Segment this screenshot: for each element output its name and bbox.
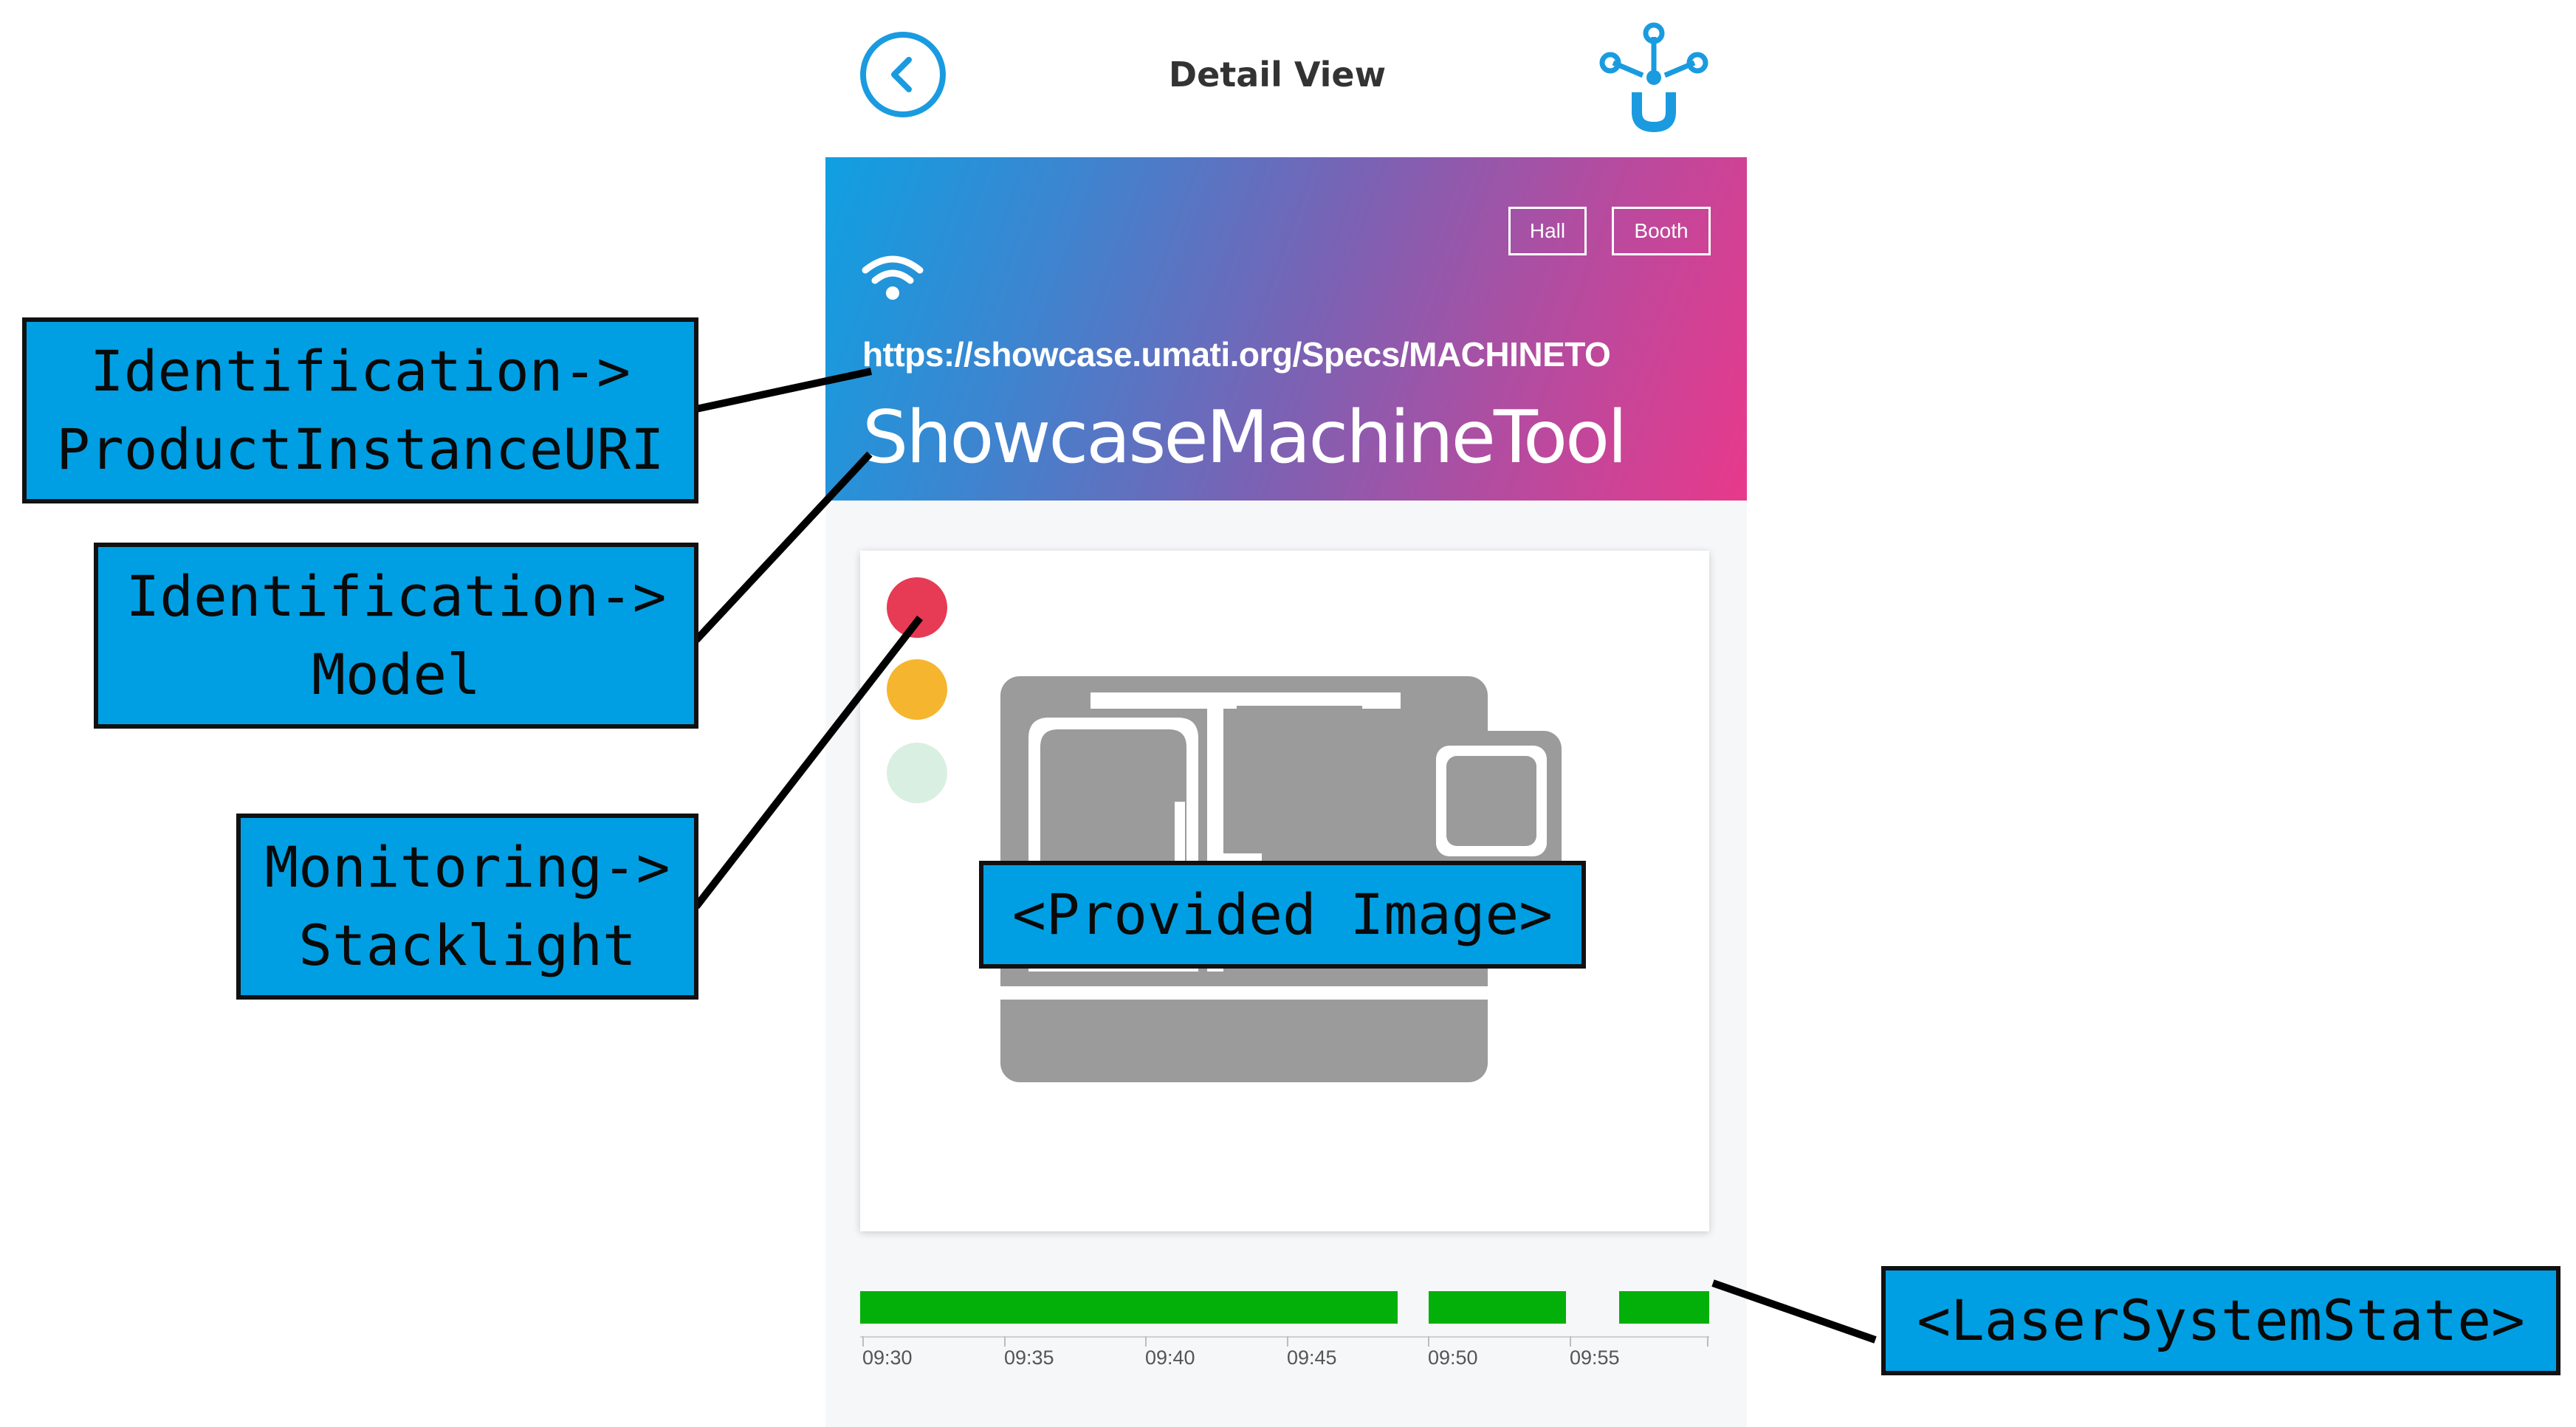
axis-tick bbox=[1570, 1336, 1571, 1347]
annotation-line: <LaserSystemState> bbox=[1917, 1287, 2525, 1353]
umati-logo-icon[interactable] bbox=[1598, 22, 1709, 133]
product-instance-uri[interactable]: https://showcase.umati.org/Specs/MACHINE… bbox=[862, 334, 1611, 374]
annotation-line: <Provided Image> bbox=[1011, 881, 1553, 947]
axis-tick bbox=[1287, 1336, 1288, 1347]
axis-tick-label: 09:45 bbox=[1287, 1347, 1337, 1369]
state-segment[interactable] bbox=[860, 1291, 1398, 1324]
axis-tick-label: 09:55 bbox=[1570, 1347, 1620, 1369]
annotation-laser-system-state: <LaserSystemState> bbox=[1881, 1266, 2560, 1375]
timeline-axis bbox=[860, 1336, 1709, 1338]
hall-tag[interactable]: Hall bbox=[1508, 207, 1587, 255]
model-name: ShowcaseMachineTool bbox=[862, 396, 1627, 480]
axis-tick bbox=[1428, 1336, 1429, 1347]
back-button[interactable] bbox=[860, 32, 946, 117]
wifi-icon bbox=[862, 255, 924, 300]
axis-tick-label: 09:30 bbox=[862, 1347, 913, 1369]
annotation-product-instance-uri: Identification-> ProductInstanceURI bbox=[22, 317, 698, 503]
axis-tick bbox=[1707, 1336, 1708, 1347]
axis-tick bbox=[1145, 1336, 1147, 1347]
annotation-line: Monitoring-> bbox=[264, 834, 670, 900]
axis-tick-label: 09:50 bbox=[1428, 1347, 1478, 1369]
annotation-line: ProductInstanceURI bbox=[56, 416, 664, 482]
stacklight-red bbox=[887, 577, 947, 638]
annotation-stacklight: Monitoring-> Stacklight bbox=[236, 814, 698, 1000]
axis-tick bbox=[862, 1336, 864, 1347]
axis-tick bbox=[1004, 1336, 1006, 1347]
axis-tick-label: 09:35 bbox=[1004, 1347, 1054, 1369]
annotation-provided-image: <Provided Image> bbox=[979, 861, 1586, 969]
annotation-line: Identification-> bbox=[126, 563, 667, 629]
annotation-line: Stacklight bbox=[298, 912, 636, 978]
state-segment[interactable] bbox=[1429, 1291, 1566, 1324]
chevron-left-icon bbox=[891, 57, 912, 92]
stacklight-green bbox=[887, 743, 947, 803]
state-segment[interactable] bbox=[1619, 1291, 1709, 1324]
stacklight-yellow bbox=[887, 659, 947, 720]
machine-header: Hall Booth https://showcase.umati.org/Sp… bbox=[825, 157, 1747, 501]
page-title: Detail View bbox=[1168, 55, 1387, 94]
annotation-model: Identification-> Model bbox=[94, 543, 698, 729]
axis-tick-label: 09:40 bbox=[1145, 1347, 1195, 1369]
booth-tag[interactable]: Booth bbox=[1612, 207, 1711, 255]
annotation-line: Identification-> bbox=[89, 338, 631, 404]
annotation-line: Model bbox=[312, 642, 481, 707]
